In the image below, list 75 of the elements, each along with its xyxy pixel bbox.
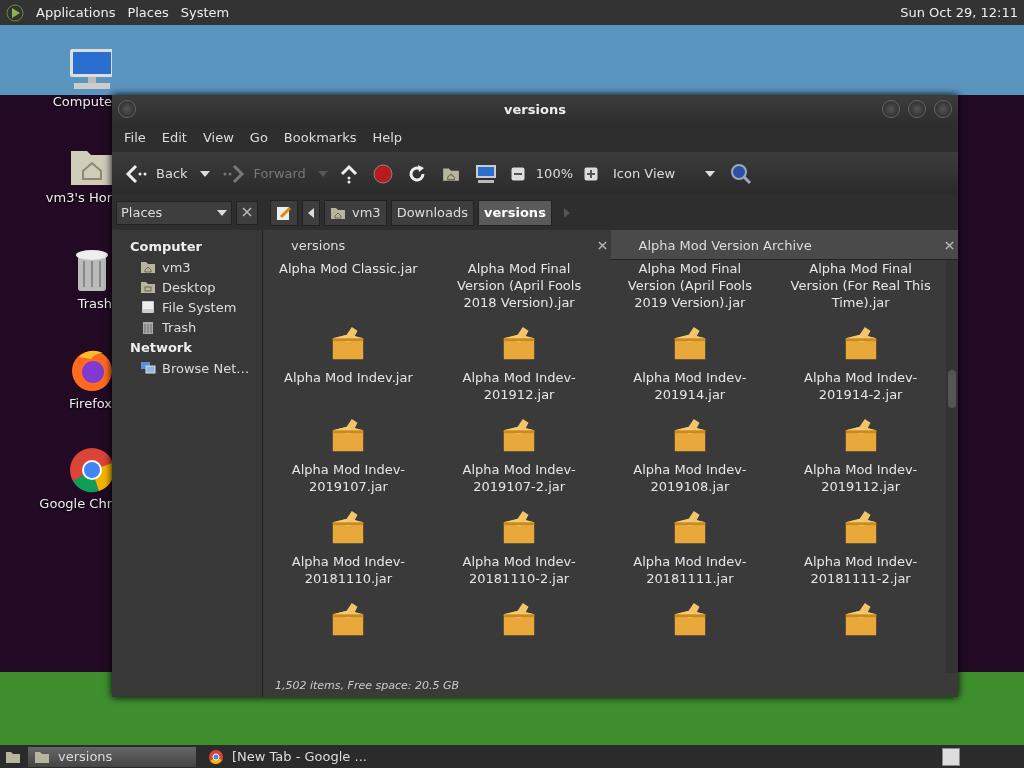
file-name[interactable]: Alpha Mod Indev-201914.jar bbox=[614, 369, 765, 403]
file-name[interactable]: Alpha Mod Indev-2019108.jar bbox=[614, 461, 765, 495]
file-name[interactable]: Alpha Mod Indev-2019107.jar bbox=[273, 461, 424, 495]
home-folder-icon bbox=[140, 259, 156, 275]
workspace-switcher[interactable] bbox=[942, 747, 960, 766]
desktop-folder-icon bbox=[140, 279, 156, 295]
panel-menu[interactable]: System bbox=[180, 5, 230, 20]
panel-menu[interactable]: Places bbox=[127, 5, 169, 20]
menu-item[interactable]: Help bbox=[364, 130, 411, 145]
file-name[interactable]: Alpha Mod Indev-201912.jar bbox=[444, 369, 595, 403]
close-icon[interactable] bbox=[945, 240, 954, 250]
file-name[interactable]: Alpha Mod Indev-20181111.jar bbox=[614, 553, 765, 587]
forward-arrow-icon bbox=[221, 163, 246, 184]
path-back-button[interactable] bbox=[302, 199, 320, 226]
desktop-icon-label[interactable]: vm3's Hor bbox=[45, 190, 112, 205]
file-name[interactable]: Alpha Mod Final Version (April Fools 2018 Version).jar bbox=[444, 260, 595, 311]
logo-icon[interactable] bbox=[6, 3, 24, 22]
menu-item[interactable]: Go bbox=[241, 130, 276, 145]
menu-item[interactable]: File bbox=[116, 130, 154, 145]
file-name[interactable]: Alpha Mod Indev-20181110-2.jar bbox=[444, 553, 595, 587]
zoom-level: 100% bbox=[535, 166, 573, 181]
desktop-icon-label[interactable]: Trash bbox=[77, 296, 112, 311]
pencil-icon bbox=[276, 204, 292, 221]
close-sidebar-button[interactable] bbox=[236, 200, 258, 225]
view-dropdown[interactable]: Icon View bbox=[609, 162, 719, 185]
sidebar-heading: Network bbox=[129, 339, 193, 357]
file-name[interactable]: Alpha Mod Indev.jar bbox=[273, 369, 424, 386]
left-arrow-icon bbox=[308, 207, 314, 218]
sidebar-item[interactable]: File System bbox=[112, 297, 262, 317]
panel-menu[interactable]: Applications bbox=[36, 5, 116, 20]
desktop-icon-label[interactable]: Compute bbox=[52, 94, 112, 109]
window-title: versions bbox=[504, 101, 566, 117]
places-dropdown[interactable]: Places bbox=[116, 200, 232, 225]
sidebar-item[interactable]: Trash bbox=[112, 317, 262, 337]
caret-icon bbox=[217, 209, 227, 216]
clock[interactable]: Sun Oct 29, 12:11 bbox=[900, 5, 1018, 20]
file-name[interactable]: Alpha Mod Final Version (April Fools 2019 Version).jar bbox=[614, 260, 765, 311]
close-icon[interactable] bbox=[597, 240, 607, 250]
file-name[interactable]: Alpha Mod Final Version (For Real This Time).jar bbox=[785, 260, 936, 311]
path-segment[interactable]: versions bbox=[478, 199, 552, 226]
back-arrow-icon bbox=[124, 163, 148, 184]
network-icon bbox=[140, 360, 156, 376]
caret-icon bbox=[705, 170, 715, 177]
scrollbar[interactable] bbox=[946, 260, 958, 673]
back-button[interactable]: Back bbox=[120, 159, 192, 188]
taskbar-button[interactable]: versions bbox=[28, 746, 196, 767]
file-name[interactable]: Alpha Mod Indev-2019107-2.jar bbox=[444, 461, 595, 495]
drive-icon bbox=[140, 299, 156, 315]
dropdown-arrow-icon[interactable] bbox=[199, 170, 210, 177]
taskbar-button[interactable]: [New Tab - Google ... bbox=[202, 746, 373, 767]
menu-item[interactable]: Bookmarks bbox=[275, 130, 365, 145]
monitor-icon[interactable] bbox=[68, 47, 112, 91]
path-segment[interactable]: Downloads bbox=[390, 199, 475, 226]
file-name[interactable]: Alpha Mod Indev-2019112.jar bbox=[785, 461, 936, 495]
desktop-icon-label[interactable]: Google Chr bbox=[39, 496, 112, 511]
close-icon bbox=[242, 207, 252, 217]
sidebar-heading: Computer bbox=[129, 238, 204, 256]
edit-location-button[interactable] bbox=[270, 199, 298, 226]
menu-item[interactable]: View bbox=[194, 130, 242, 145]
file-name[interactable]: Alpha Mod Indev-201914-2.jar bbox=[785, 369, 936, 403]
trash-icon bbox=[140, 319, 156, 335]
desktop-icon-label[interactable]: Firefox bbox=[68, 396, 112, 411]
sidebar-item[interactable]: vm3 bbox=[112, 257, 262, 277]
path-segment[interactable]: vm3 bbox=[324, 199, 387, 226]
status-text: 1,502 items, Free space: 20.5 GB bbox=[275, 678, 459, 692]
file-name[interactable]: Alpha Mod Indev-20181110.jar bbox=[273, 553, 424, 587]
sidebar-item[interactable]: Browse Net… bbox=[112, 358, 262, 378]
tab[interactable]: versions bbox=[263, 230, 611, 260]
file-name[interactable]: Alpha Mod Classic.jar bbox=[273, 260, 424, 277]
chrome-icon bbox=[208, 748, 224, 765]
chrome-icon[interactable] bbox=[69, 447, 112, 493]
menu-item[interactable]: Edit bbox=[153, 130, 195, 145]
tab[interactable]: Alpha Mod Version Archive bbox=[610, 230, 958, 260]
sidebar-item[interactable]: Desktop bbox=[112, 277, 262, 297]
file-name[interactable]: Alpha Mod Indev-20181111-2.jar bbox=[785, 553, 936, 587]
